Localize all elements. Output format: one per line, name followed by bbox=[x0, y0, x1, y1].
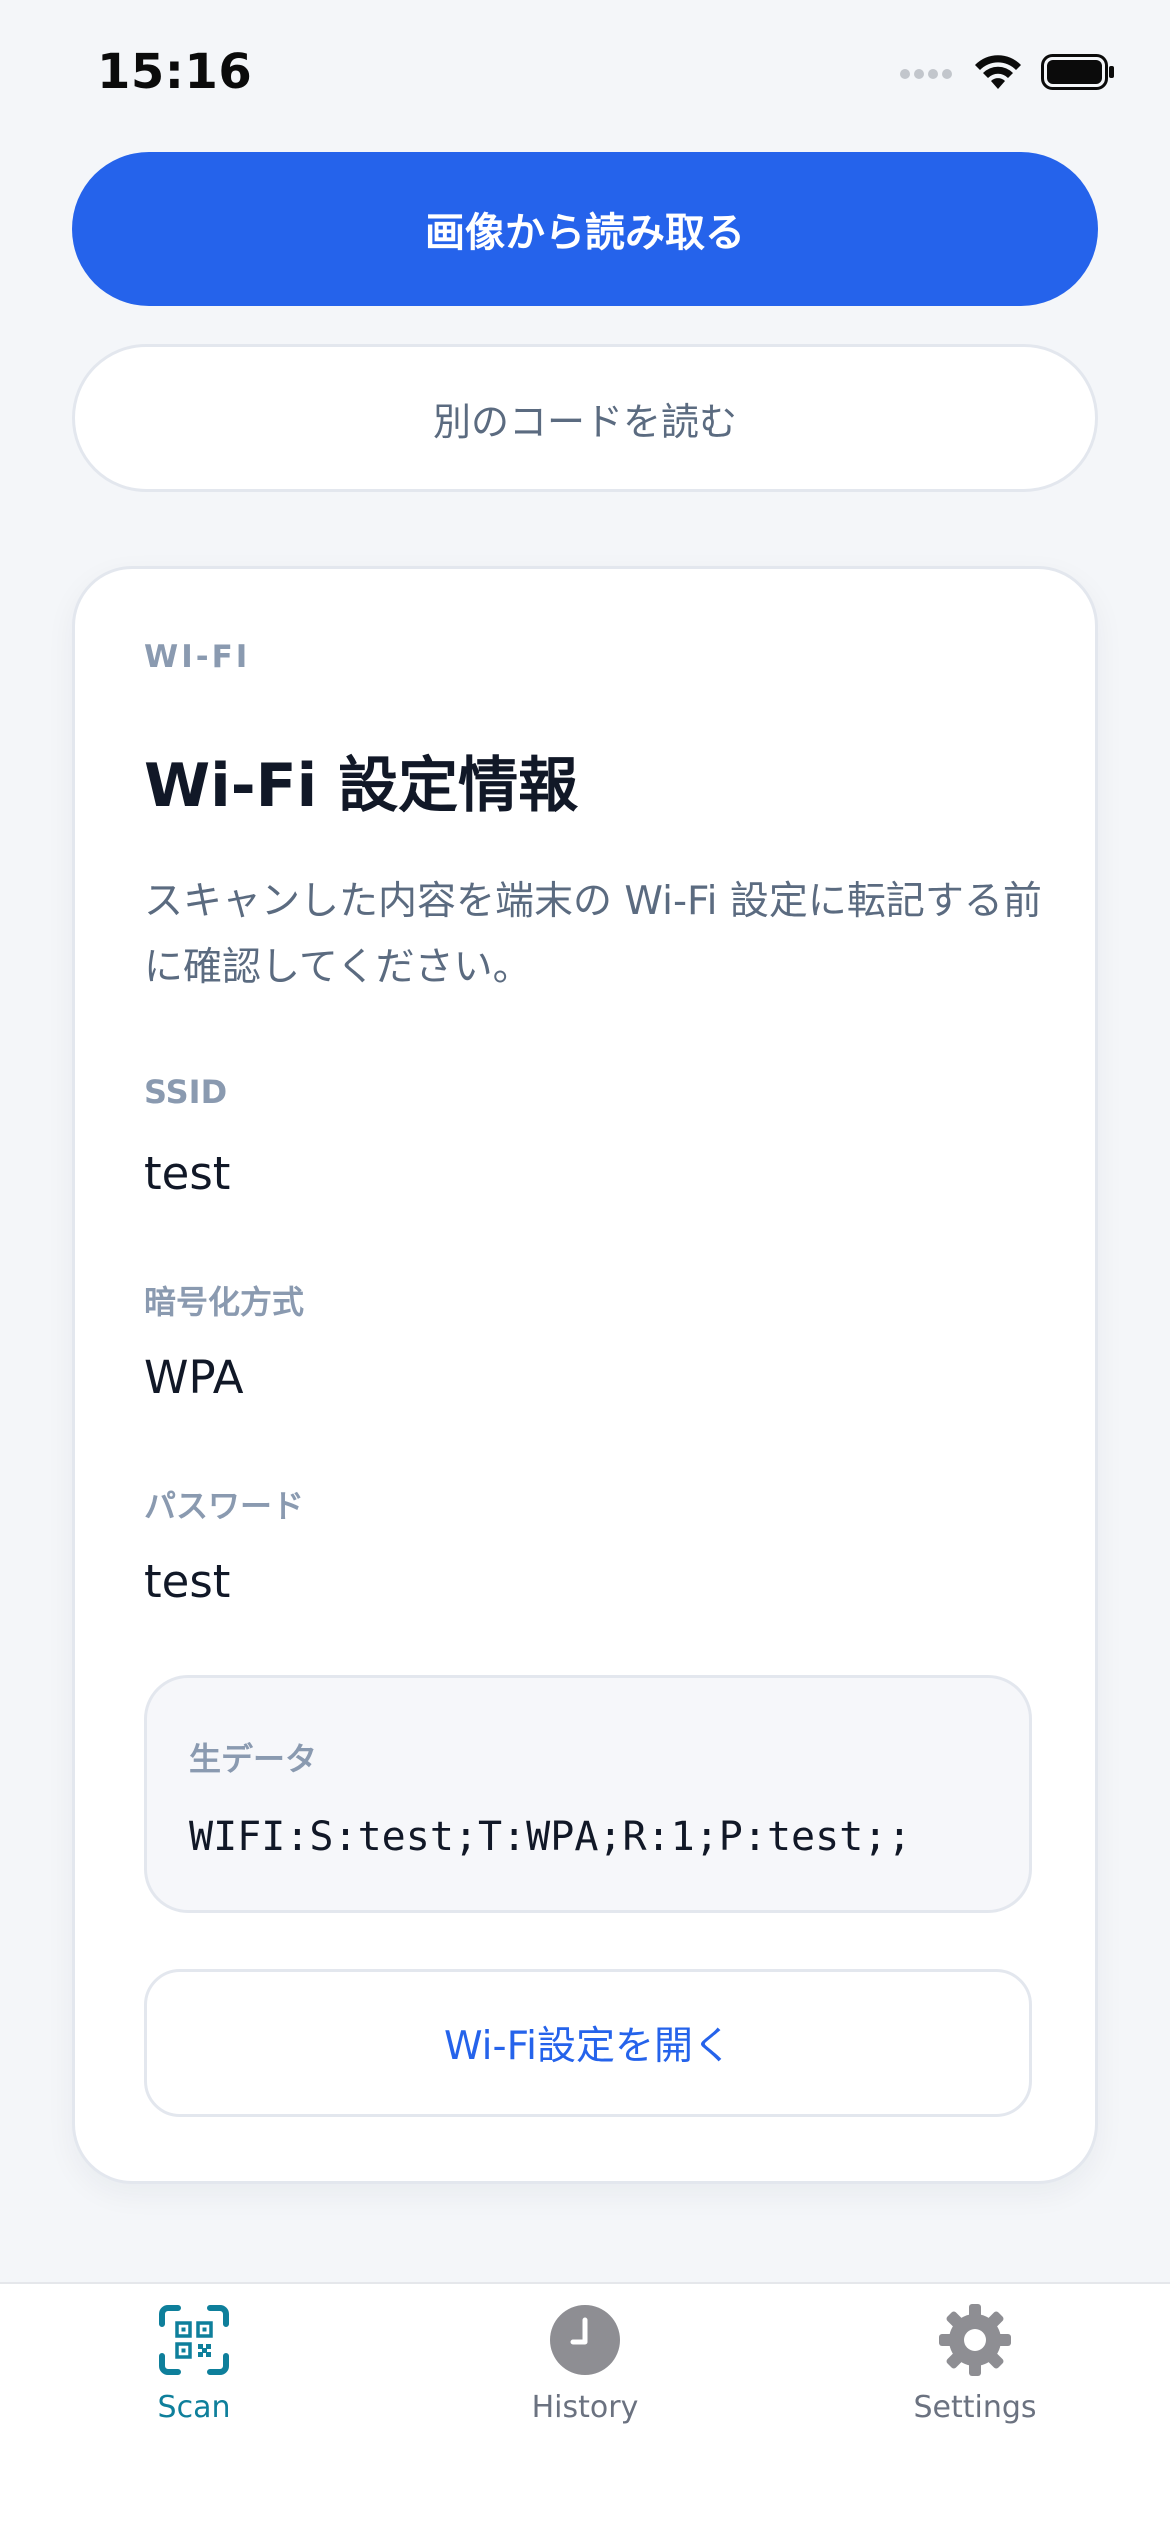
gear-icon bbox=[937, 2302, 1013, 2378]
raw-data-box: 生データ WIFI:S:test;T:WPA;R:1;P:test;; bbox=[144, 1675, 1032, 1913]
card-title: Wi-Fi 設定情報 bbox=[144, 751, 579, 821]
raw-data-value: WIFI:S:test;T:WPA;R:1;P:test;; bbox=[189, 1814, 912, 1860]
wifi-icon bbox=[973, 53, 1023, 95]
open-wifi-settings-button[interactable]: Wi-Fi設定を開く bbox=[144, 1969, 1032, 2117]
scan-another-button[interactable]: 別のコードを読む bbox=[72, 344, 1098, 492]
raw-data-label: 生データ bbox=[189, 1740, 318, 1778]
tab-bar: Scan History Settings bbox=[0, 2282, 1170, 2534]
clock-icon bbox=[547, 2302, 623, 2378]
status-time: 15:16 bbox=[97, 44, 253, 100]
signal-icon bbox=[899, 65, 955, 84]
tab-scan-label: Scan bbox=[157, 2390, 231, 2425]
status-bar: 15:16 bbox=[0, 0, 1170, 150]
tab-settings[interactable]: Settings bbox=[855, 2302, 1095, 2442]
qr-scan-icon bbox=[156, 2302, 232, 2378]
card-description: スキャンした内容を端末の Wi-Fi 設定に転記する前に確認してください。 bbox=[144, 879, 1042, 990]
card-type-label: WI-FI bbox=[144, 639, 251, 675]
ssid-value: test bbox=[144, 1147, 231, 1200]
tab-scan[interactable]: Scan bbox=[74, 2302, 314, 2442]
password-label: パスワード bbox=[144, 1487, 305, 1525]
battery-icon bbox=[1041, 54, 1115, 94]
password-value: test bbox=[144, 1555, 231, 1608]
tab-settings-label: Settings bbox=[913, 2390, 1037, 2425]
read-from-image-button[interactable]: 画像から読み取る bbox=[72, 152, 1098, 306]
tab-history[interactable]: History bbox=[465, 2302, 705, 2442]
tab-history-label: History bbox=[531, 2390, 639, 2425]
status-icons bbox=[899, 52, 1115, 96]
ssid-label: SSID bbox=[144, 1073, 228, 1111]
wifi-result-card: WI-FI Wi-Fi 設定情報 スキャンした内容を端末の Wi-Fi 設定に転… bbox=[72, 566, 1098, 2184]
encryption-value: WPA bbox=[144, 1351, 244, 1404]
encryption-label: 暗号化方式 bbox=[144, 1283, 305, 1321]
